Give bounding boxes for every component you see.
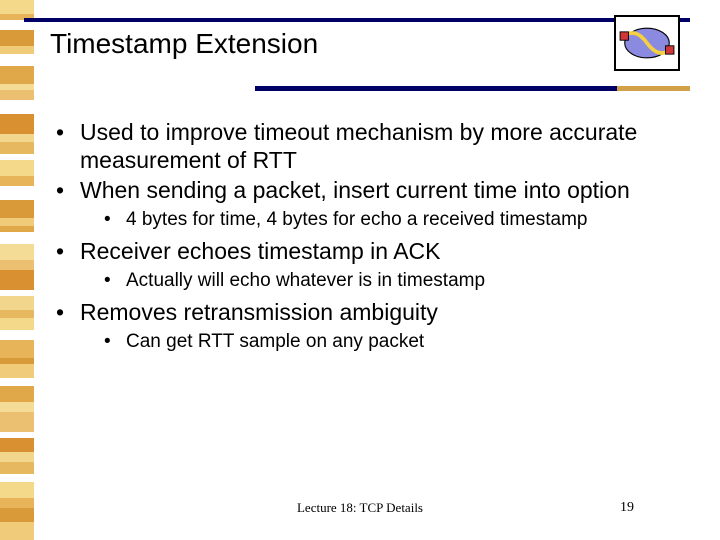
content-area: Used to improve timeout mechanism by mor… [50,118,690,480]
title-top-rule [24,18,690,22]
slide: Timestamp Extension Used to improve time… [0,0,720,540]
bullet-item: When sending a packet, insert current ti… [50,176,690,233]
bullet-text: Receiver echoes timestamp in ACK [80,238,441,264]
bullet-text: When sending a packet, insert current ti… [80,177,630,203]
cloud-network-icon [614,15,680,71]
sub-bullet-item: Can get RTT sample on any packet [98,330,690,355]
left-stripe-band [0,0,34,540]
bullet-item: Removes retransmission ambiguity Can get… [50,298,690,355]
bullet-text: Removes retransmission ambiguity [80,299,438,325]
bullet-item: Receiver echoes timestamp in ACK Actuall… [50,237,690,294]
bullet-item: Used to improve timeout mechanism by mor… [50,118,690,174]
sub-bullet-item: 4 bytes for time, 4 bytes for echo a rec… [98,208,690,233]
slide-title: Timestamp Extension [50,28,318,60]
footer-text: Lecture 18: TCP Details [0,500,720,516]
title-under-rule-accent [617,86,690,91]
sub-bullet-item: Actually will echo whatever is in timest… [98,269,690,294]
page-number: 19 [620,500,634,516]
title-under-rule [255,86,617,91]
